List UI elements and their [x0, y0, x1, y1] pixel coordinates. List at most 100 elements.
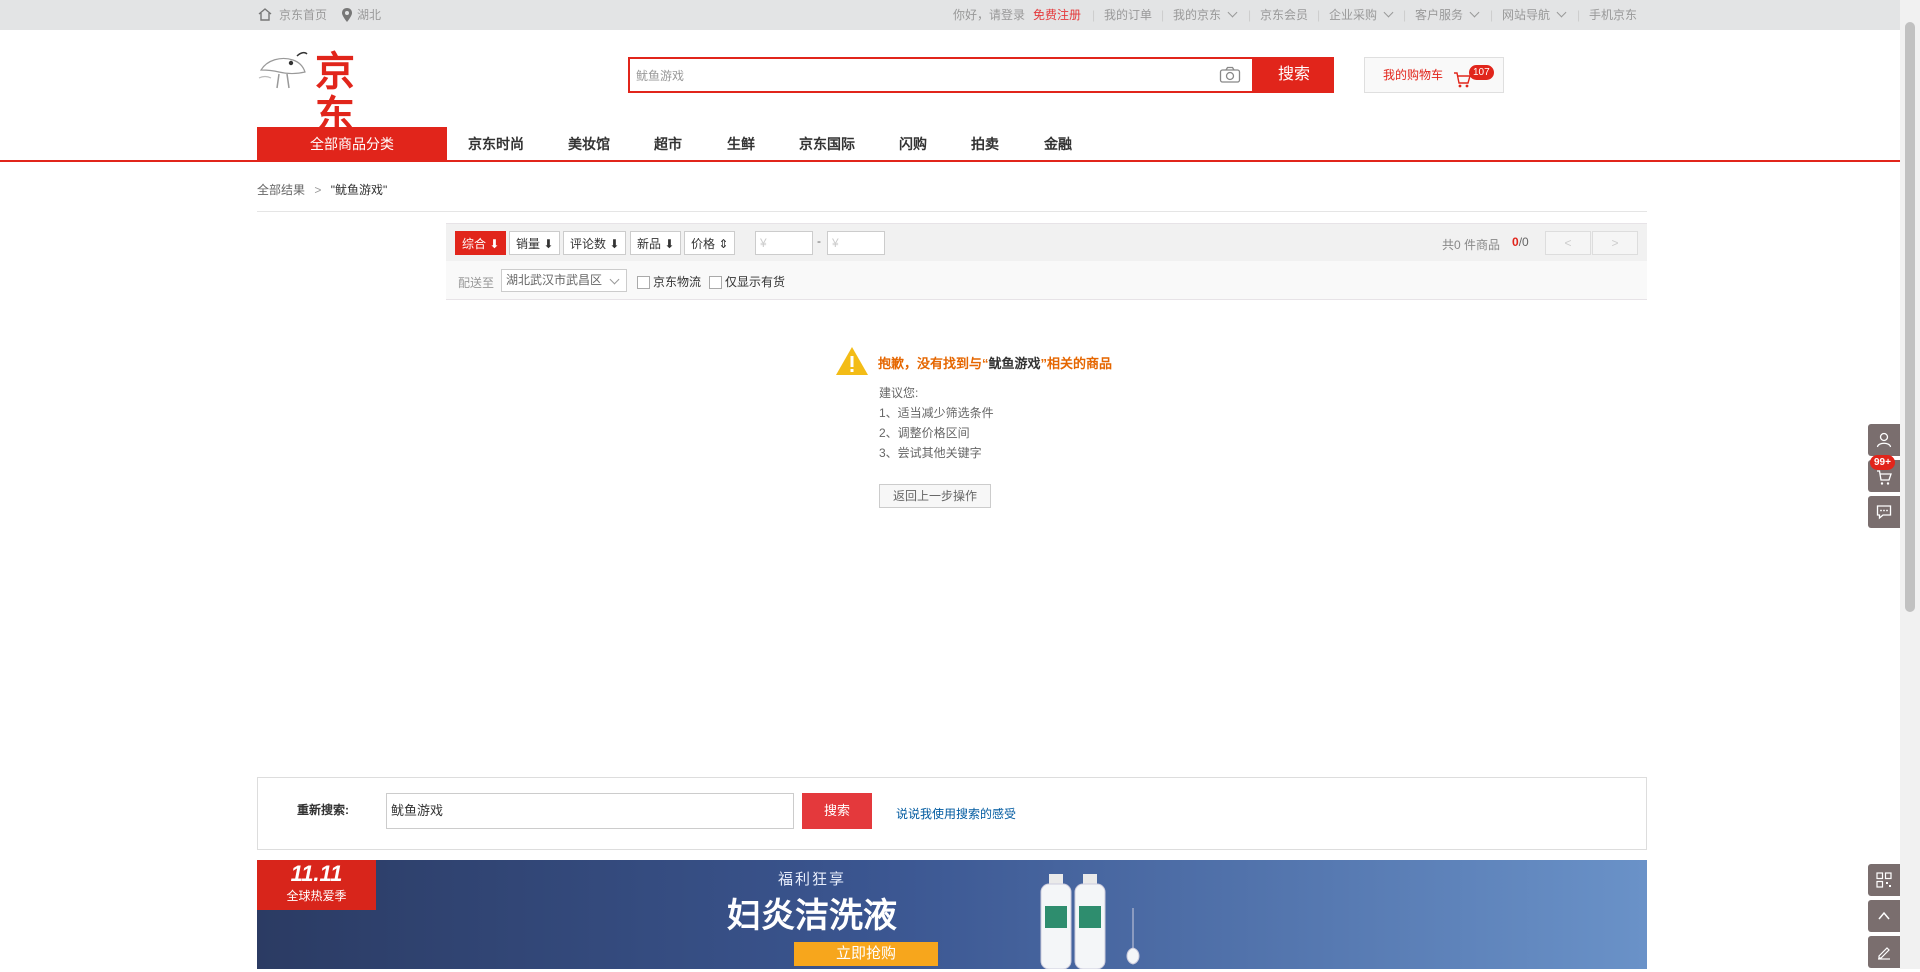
delivery-region-select[interactable]: 湖北武汉市武昌区: [501, 269, 627, 292]
my-jd-label: 我的京东: [1173, 8, 1222, 22]
qrcode-icon: [1876, 872, 1892, 888]
site-nav-label: 网站导航: [1502, 8, 1551, 22]
chat-sidebar-button[interactable]: [1868, 496, 1900, 528]
deliver-label: 配送至: [458, 276, 495, 290]
my-jd-menu[interactable]: 我的京东: [1173, 0, 1238, 30]
jd-member-link[interactable]: 京东会员: [1260, 0, 1308, 30]
chevron-down-icon: [1383, 7, 1394, 18]
jd-logo[interactable]: 京东: [257, 48, 397, 138]
customer-service-menu[interactable]: 客户服务: [1415, 0, 1480, 30]
banner-cta-button[interactable]: 立即抢购: [794, 942, 938, 966]
location-pin-icon: [342, 8, 352, 25]
all-categories-button[interactable]: 全部商品分类: [257, 127, 447, 161]
checkbox-label: 京东物流: [653, 275, 702, 289]
qrcode-sidebar-button[interactable]: [1868, 864, 1900, 896]
feedback-link[interactable]: 说说我使用搜索的感受: [896, 805, 1016, 822]
divider: |: [1577, 8, 1581, 22]
message-suffix: ”相关的商品: [1040, 356, 1113, 371]
sort-reviews[interactable]: 评论数 ⬇: [563, 231, 627, 255]
checkbox-box: [637, 276, 650, 290]
back-button[interactable]: 返回上一步操作: [879, 484, 991, 508]
nav-item-fresh[interactable]: 生鲜: [727, 127, 755, 161]
chat-icon: [1876, 505, 1892, 520]
sort-filter-bar: 综合 ⬇ 销量 ⬇ 评论数 ⬇ 新品 ⬇ 价格 ⇕ ¥ - ¥ 共0 件商品 0…: [446, 223, 1647, 261]
re-search-button[interactable]: 搜索: [802, 793, 872, 829]
checkbox-label: 仅显示有货: [725, 275, 786, 289]
arrow-up-icon: [1878, 911, 1890, 920]
register-link[interactable]: 免费注册: [1033, 0, 1081, 30]
cart-label: 我的购物车: [1383, 68, 1444, 82]
chevron-down-icon: [1556, 7, 1567, 18]
no-results-message: 抱歉，没有找到与“鱿鱼游戏”相关的商品: [878, 353, 1112, 372]
prev-page-button[interactable]: <: [1545, 231, 1591, 255]
sort-comprehensive[interactable]: 综合 ⬇: [455, 231, 507, 255]
nav-item-flash-sale[interactable]: 闪购: [899, 127, 927, 161]
location-selector[interactable]: 湖北: [357, 0, 381, 30]
nav-item-fashion[interactable]: 京东时尚: [468, 127, 524, 161]
enterprise-menu[interactable]: 企业采购: [1329, 0, 1394, 30]
event-name: 全球热爱季: [286, 889, 347, 903]
message-query: 鱿鱼游戏: [988, 356, 1041, 371]
nav-divider-line: [0, 160, 1900, 162]
joy-dog-mascot-icon: [258, 51, 308, 89]
sort-label: 评论数: [570, 237, 607, 251]
next-page-button[interactable]: >: [1592, 231, 1638, 255]
user-sidebar-button[interactable]: [1868, 424, 1900, 456]
camera-icon[interactable]: [1219, 66, 1241, 87]
page-indicator: 0/0: [1512, 235, 1529, 249]
checkbox-box: [709, 276, 722, 290]
site-nav-menu[interactable]: 网站导航: [1502, 0, 1567, 30]
message-prefix: 抱歉，没有找到与“: [878, 356, 989, 371]
home-link[interactable]: 京东首页: [279, 0, 327, 30]
in-stock-checkbox[interactable]: 仅显示有货: [709, 273, 785, 290]
price-min-input[interactable]: ¥: [755, 231, 813, 255]
total-count: 共0 件商品: [1442, 238, 1501, 252]
divider: |: [1490, 8, 1494, 22]
suggestion-item: 1、适当减少筛选条件: [879, 406, 994, 420]
back-to-top-button[interactable]: [1868, 900, 1900, 932]
divider: |: [1092, 8, 1096, 22]
search-input[interactable]: [630, 59, 1202, 91]
divider: |: [1161, 8, 1165, 22]
sort-label: 销量: [516, 237, 541, 251]
home-icon[interactable]: [258, 8, 272, 24]
page-total: /0: [1518, 235, 1529, 249]
nav-item-beauty[interactable]: 美妆馆: [568, 127, 610, 161]
suggestion-item: 2、调整价格区间: [879, 426, 970, 440]
user-icon: [1876, 432, 1892, 448]
divider: |: [1403, 8, 1407, 22]
promo-banner[interactable]: 11.11 全球热爱季 福利狂享 妇炎洁洗液 立即抢购: [257, 860, 1647, 969]
price-max-input[interactable]: ¥: [827, 231, 885, 255]
banner-headline: 妇炎洁洗液: [727, 897, 897, 935]
nav-item-finance[interactable]: 金融: [1044, 127, 1072, 161]
page-current: 0: [1512, 235, 1519, 249]
sort-label: 综合: [462, 237, 487, 251]
mobile-jd-link[interactable]: 手机京东: [1589, 0, 1637, 30]
suggestion-item: 3、尝试其他关键字: [879, 446, 982, 460]
nav-item-international[interactable]: 京东国际: [799, 127, 855, 161]
nav-item-supermarket[interactable]: 超市: [654, 127, 682, 161]
top-bar: 京东首页 湖北 你好，请登录 免费注册 | 我的订单 | 我的京东 | 京东会员…: [0, 0, 1900, 30]
edit-icon: [1878, 947, 1890, 960]
sort-price[interactable]: 价格 ⇕: [684, 231, 736, 255]
my-cart-button[interactable]: 我的购物车 107: [1364, 57, 1504, 93]
login-link[interactable]: 你好，请登录: [953, 0, 1025, 30]
feedback-sidebar-button[interactable]: [1868, 936, 1900, 968]
cart-icon: [1877, 470, 1892, 485]
nav-item-auction[interactable]: 拍卖: [971, 127, 999, 161]
jd-logistics-checkbox[interactable]: 京东物流: [637, 273, 701, 290]
re-search-input[interactable]: 鱿鱼游戏: [386, 793, 794, 829]
suggest-title: 建议您:: [879, 386, 919, 400]
my-orders-link[interactable]: 我的订单: [1104, 0, 1152, 30]
sort-newest[interactable]: 新品 ⬇: [630, 231, 682, 255]
breadcrumb-all-results[interactable]: 全部结果: [257, 183, 305, 197]
event-badge: 11.11 全球热爱季: [257, 860, 376, 910]
sidebar-cart-badge: 99+: [1870, 455, 1895, 470]
event-logo: 11.11: [290, 861, 343, 886]
cart-count-badge: 107: [1469, 65, 1494, 80]
sort-sales[interactable]: 销量 ⬇: [509, 231, 561, 255]
scrollbar-thumb[interactable]: [1905, 22, 1915, 612]
breadcrumb-divider: [257, 211, 1647, 212]
search-button[interactable]: 搜索: [1254, 57, 1334, 93]
delivery-region-value: 湖北武汉市武昌区: [506, 273, 603, 287]
